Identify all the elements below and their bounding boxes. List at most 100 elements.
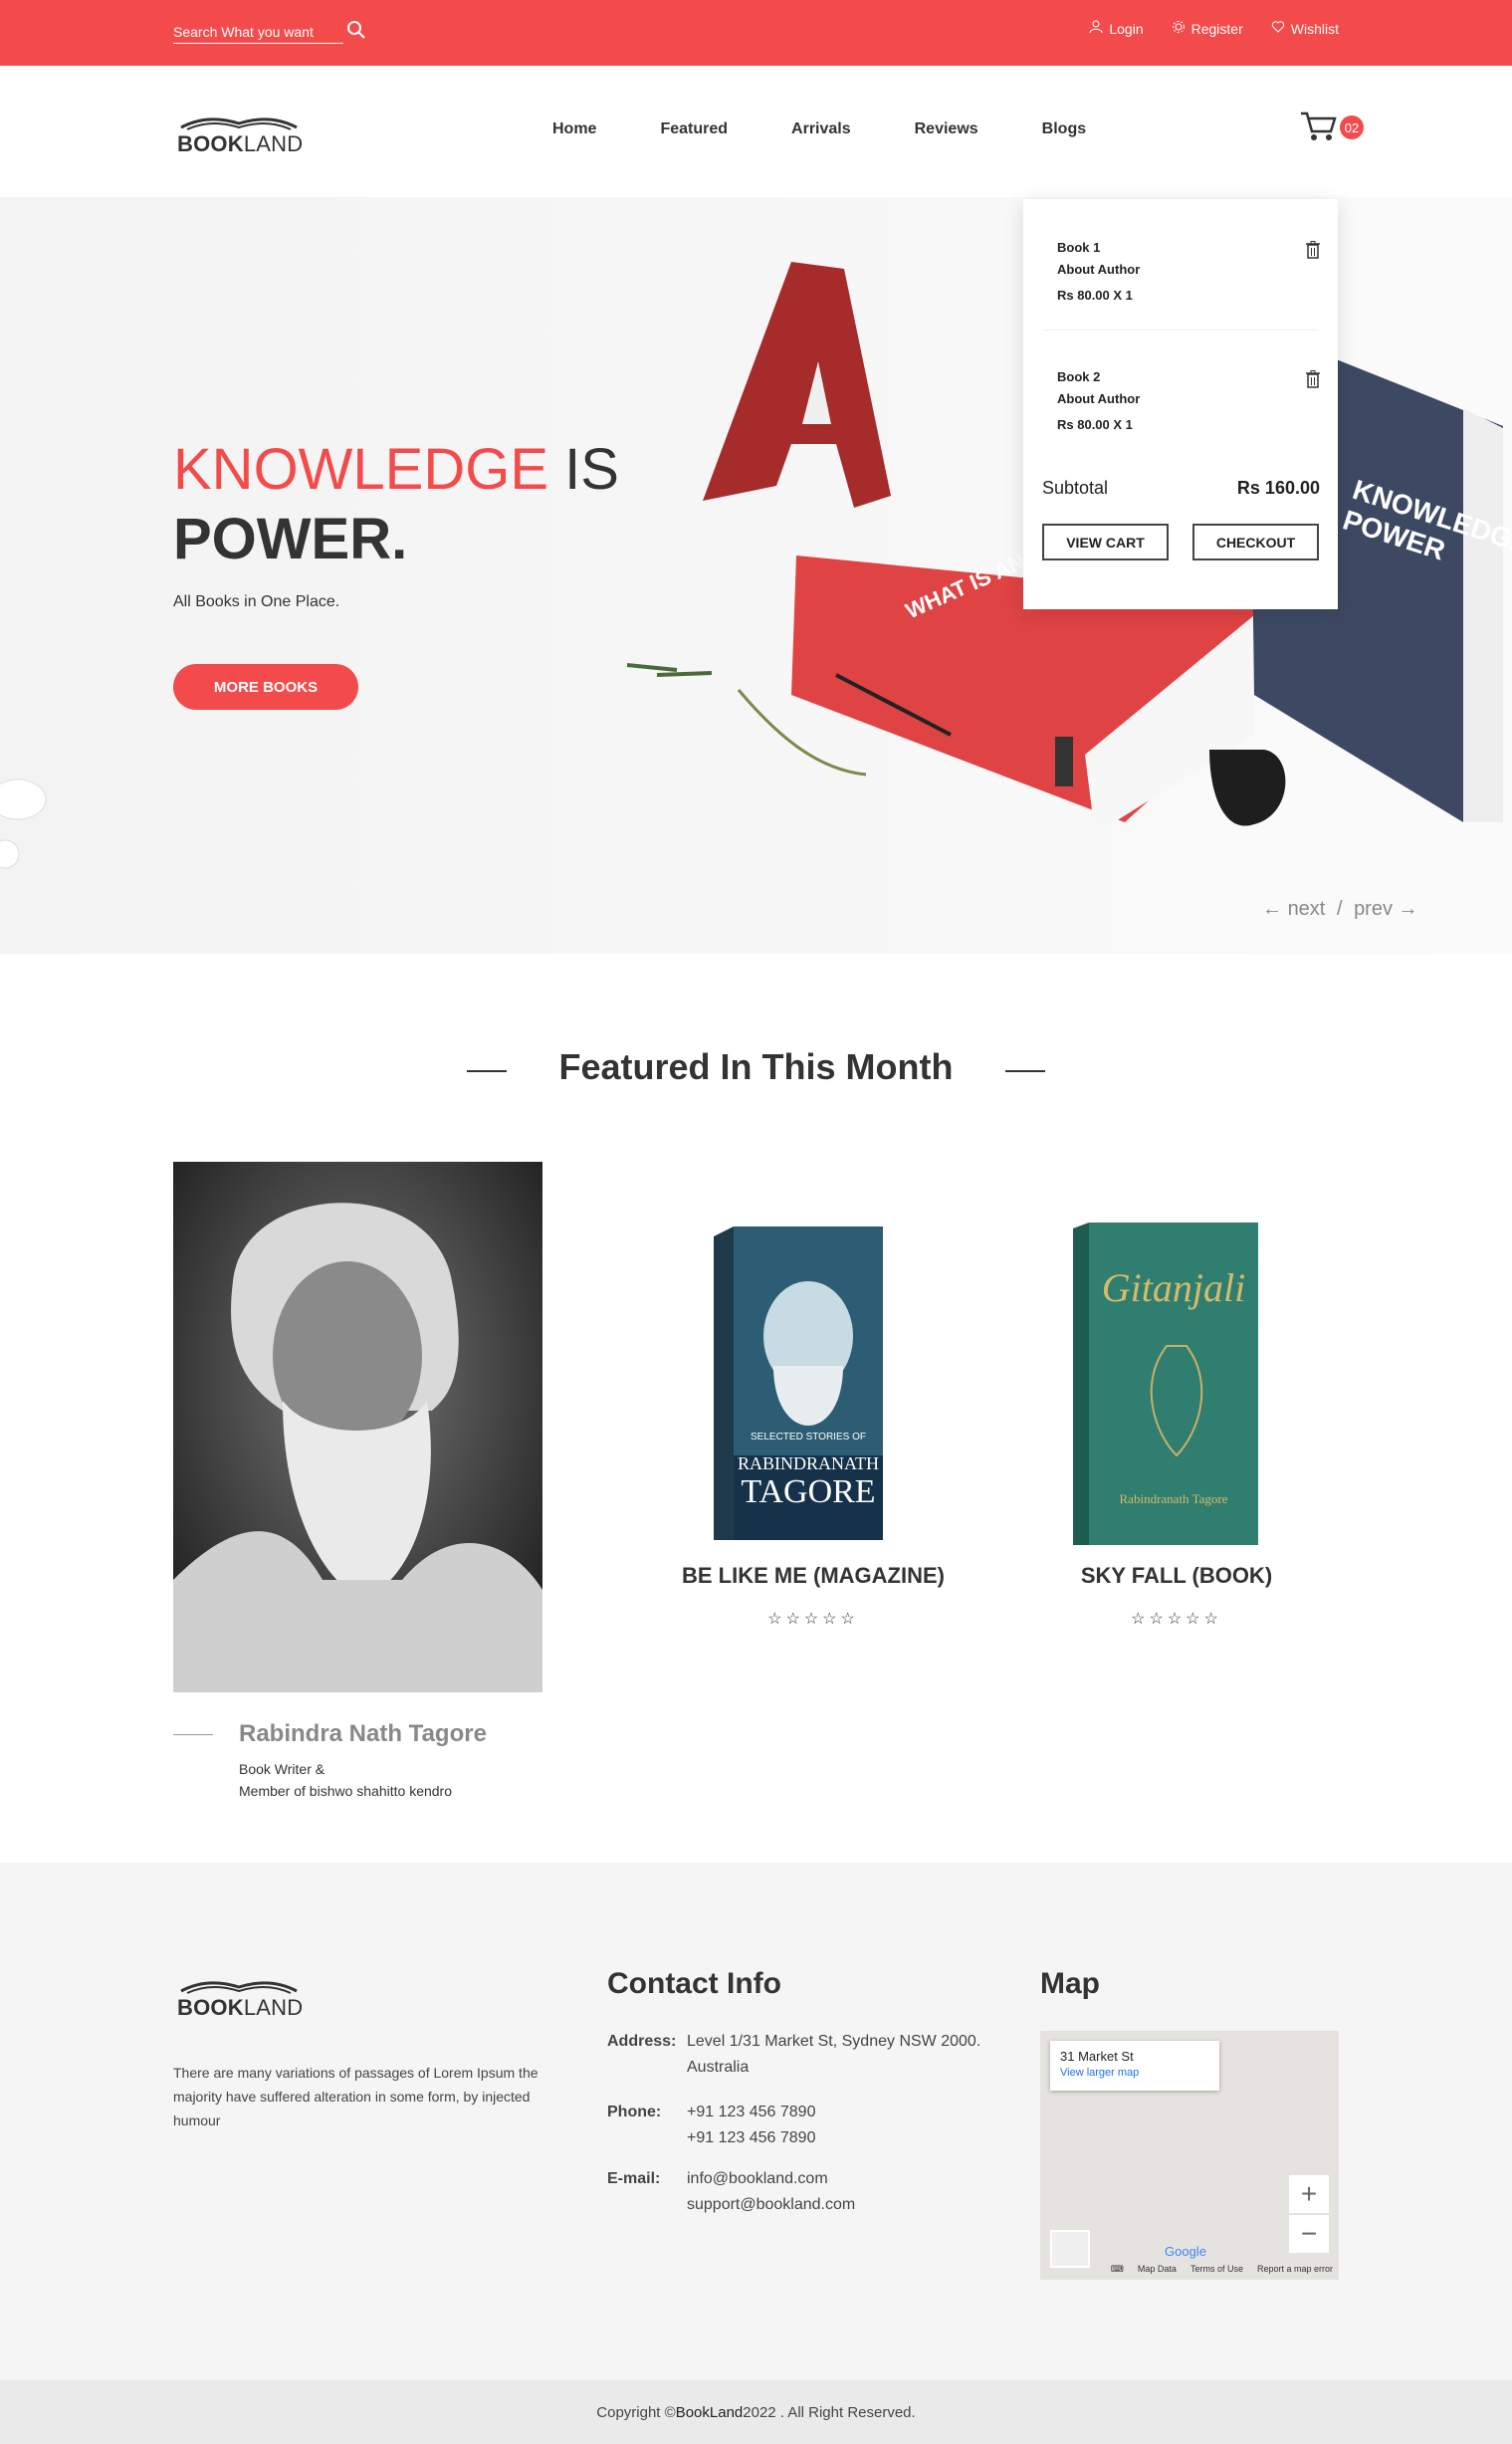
login-label: Login [1109,20,1144,37]
cart-item-title: Book 1 [1057,240,1101,255]
nav-blogs[interactable]: Blogs [1042,120,1086,138]
footer-logo[interactable]: BOOKLAND [177,1973,304,2023]
heart-icon [1271,20,1285,37]
address-line: Australia [687,2059,750,2076]
copyright-text: Copyright © [596,2403,676,2421]
main-nav: Home Featured Arrivals Reviews Blogs [552,120,1150,138]
title-decor-line [1005,1070,1045,1072]
open-book-icon [180,117,298,130]
keyboard-icon[interactable]: ⌨ [1111,2264,1124,2280]
cover-text: Rabindranath Tagore [1119,1491,1228,1506]
featured-title: Featured In This Month [558,1046,954,1087]
map-data-link[interactable]: Map Data [1138,2264,1177,2280]
phone-value: +91 123 456 7890 +91 123 456 7890 [687,2100,815,2151]
book-cover: SELECTED STORIES OF RABINDRANATH TAGORE [654,1207,972,1545]
book-title[interactable]: SKY FALL (BOOK) [1017,1563,1336,1589]
cart-icon[interactable] [1299,110,1339,143]
cover-text: TAGORE [741,1473,876,1510]
phone-link[interactable]: +91 123 456 7890 [687,2125,815,2151]
arrow-left-icon[interactable]: ← [1262,898,1282,920]
copyright-brand[interactable]: BookLand [676,2404,744,2421]
slider-pager: ← next / prev → [1262,898,1418,921]
cart-divider [1043,330,1318,331]
copyright-bar: Copyright © BookLand 2022 . All Right Re… [0,2380,1512,2444]
subtotal-value: Rs 160.00 [1236,478,1320,498]
address-value: Level 1/31 Market St, Sydney NSW 2000. A… [687,2029,980,2081]
nav-featured[interactable]: Featured [660,120,728,138]
view-larger-map-link[interactable]: View larger map [1060,2067,1139,2079]
author-role-line: Member of bishwo shahitto kendro [239,1783,452,1799]
address-label: Address: [607,2033,677,2050]
map-report-link[interactable]: Report a map error [1257,2264,1333,2280]
cover-text: Gitanjali [1101,1265,1246,1310]
phone-label: Phone: [607,2104,662,2120]
cart-item-title: Book 2 [1057,369,1101,384]
search-icon[interactable] [346,20,366,40]
author-photo [173,1162,542,1692]
map-thumbnail[interactable] [1050,2230,1090,2268]
checkout-button[interactable]: CHECKOUT [1192,524,1319,560]
book-cover: Gitanjali Rabindranath Tagore [1017,1207,1336,1545]
cart-dropdown: Book 1 About Author Rs 80.00 X 1 Book 2 … [1023,199,1338,609]
view-cart-button[interactable]: VIEW CART [1042,524,1169,560]
wishlist-label: Wishlist [1290,20,1339,37]
search-placeholder: Search What you want [173,24,314,40]
map-embed[interactable]: 31 Market St View larger map + − Google … [1040,2031,1339,2280]
more-books-button[interactable]: MORE BOOKS [173,664,358,710]
trash-icon[interactable] [1306,241,1324,261]
logo[interactable]: BOOKLAND [177,110,304,159]
cart-item-price: Rs 80.00 X 1 [1057,288,1133,303]
hero-subtitle: All Books in One Place. [173,593,340,610]
arrow-right-icon[interactable]: → [1399,898,1418,920]
nav-reviews[interactable]: Reviews [915,120,978,138]
google-logo: Google [1165,2244,1206,2259]
top-bar: Search What you want Login Register Wish… [0,0,1512,66]
author-role-line: Book Writer & [239,1761,325,1777]
wishlist-link[interactable]: Wishlist [1271,20,1339,37]
brand-name: BOOKLAND [177,131,304,156]
book-card[interactable]: SELECTED STORIES OF RABINDRANATH TAGORE … [654,1207,972,1629]
cover-text: RABINDRANATH [737,1453,879,1473]
hero-title-gray: IS [548,437,619,502]
author-name: Rabindra Nath Tagore [239,1720,487,1747]
cart-item-author: About Author [1057,391,1141,406]
zoom-in-button[interactable]: + [1289,2175,1329,2213]
zoom-out-button[interactable]: − [1289,2215,1329,2253]
map-terms-link[interactable]: Terms of Use [1190,2264,1243,2280]
search-input[interactable]: Search What you want [173,24,343,44]
cart-item-price: Rs 80.00 X 1 [1057,417,1133,432]
map-place: 31 Market St [1060,2049,1134,2064]
book-title[interactable]: BE LIKE ME (MAGAZINE) [654,1563,972,1589]
cover-text: SELECTED STORIES OF [751,1432,866,1443]
book-card[interactable]: Gitanjali Rabindranath Tagore SKY FALL (… [1017,1207,1336,1629]
prev-link[interactable]: prev [1354,898,1393,920]
nav-arrivals[interactable]: Arrivals [791,120,851,138]
map-footer: ⌨ Map Data Terms of Use Report a map err… [1100,2264,1339,2280]
pager-separator: / [1336,898,1343,920]
email-value: info@bookland.com support@bookland.com [687,2166,855,2218]
brand-name: BOOKLAND [177,1995,304,2020]
hero-title-red: KNOWLEDGE [173,437,549,502]
email-label: E-mail: [607,2170,661,2187]
login-link[interactable]: Login [1089,20,1144,37]
cart-item-author: About Author [1057,262,1141,277]
user-icon [1089,20,1103,37]
email-link[interactable]: support@bookland.com [687,2192,855,2218]
gear-icon [1172,20,1186,37]
author-decor-line [173,1734,213,1735]
hero-title: KNOWLEDGE IS POWER. [173,435,619,574]
rating-stars[interactable]: ☆☆☆☆☆ [1017,1609,1336,1629]
map-title: Map [1040,1967,1100,2000]
register-label: Register [1190,20,1243,37]
register-link[interactable]: Register [1172,20,1243,37]
copyright-text: 2022 . All Right Reserved. [743,2403,916,2421]
email-link[interactable]: info@bookland.com [687,2166,855,2192]
subtotal-label: Subtotal [1042,478,1109,498]
cart-item: Book 2 About Author Rs 80.00 X 1 [1057,366,1306,436]
nav-home[interactable]: Home [552,120,596,138]
trash-icon[interactable] [1306,370,1324,390]
open-book-icon [180,1981,298,1994]
next-link[interactable]: next [1288,898,1326,920]
phone-link[interactable]: +91 123 456 7890 [687,2100,815,2125]
rating-stars[interactable]: ☆☆☆☆☆ [654,1609,972,1629]
